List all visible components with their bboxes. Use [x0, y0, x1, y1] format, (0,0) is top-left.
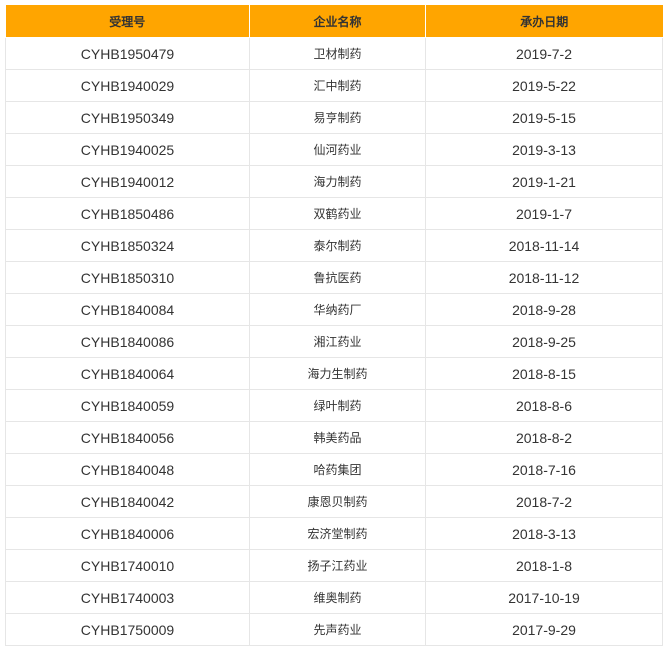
company-name-cell: 卫材制药 — [249, 37, 426, 70]
header-row: 受理号 企业名称 承办日期 — [5, 5, 663, 38]
acceptance-number-cell: CYHB1850310 — [5, 261, 250, 294]
handling-date-cell: 2019-5-22 — [425, 69, 663, 102]
company-name-cell: 先声药业 — [249, 613, 426, 646]
handling-date-cell: 2019-5-15 — [425, 101, 663, 134]
table-row: CYHB1840056 韩美药品 2018-8-2 — [5, 421, 663, 454]
table-row: CYHB1840059 绿叶制药 2018-8-6 — [5, 389, 663, 422]
table-row: CYHB1740003 维奥制药 2017-10-19 — [5, 581, 663, 614]
acceptance-number-cell: CYHB1750009 — [5, 613, 250, 646]
acceptance-number-cell: CYHB1740010 — [5, 549, 250, 582]
approval-table: 受理号 企业名称 承办日期 CYHB1950479 卫材制药 2019-7-2 CYH… — [5, 5, 663, 646]
handling-date-cell: 2018-8-15 — [425, 357, 663, 390]
handling-date-cell: 2018-9-28 — [425, 293, 663, 326]
company-name-cell: 易亨制药 — [249, 101, 426, 134]
handling-date-cell: 2018-9-25 — [425, 325, 663, 358]
table-row: CYHB1740010 扬子江药业 2018-1-8 — [5, 549, 663, 582]
handling-date-cell: 2019-1-21 — [425, 165, 663, 198]
handling-date-cell: 2019-7-2 — [425, 37, 663, 70]
acceptance-number-cell: CYHB1840056 — [5, 421, 250, 454]
table-row: CYHB1840084 华纳药厂 2018-9-28 — [5, 293, 663, 326]
table-row: CYHB1950349 易亨制药 2019-5-15 — [5, 101, 663, 134]
acceptance-number-cell: CYHB1850486 — [5, 197, 250, 230]
table-row: CYHB1940029 汇中制药 2019-5-22 — [5, 69, 663, 102]
handling-date-cell: 2018-11-14 — [425, 229, 663, 262]
handling-date-cell: 2018-11-12 — [425, 261, 663, 294]
header-acceptance-number: 受理号 — [5, 5, 250, 38]
handling-date-cell: 2018-7-16 — [425, 453, 663, 486]
company-name-cell: 维奥制药 — [249, 581, 426, 614]
company-name-cell: 绿叶制药 — [249, 389, 426, 422]
acceptance-number-cell: CYHB1840048 — [5, 453, 250, 486]
handling-date-cell: 2018-1-8 — [425, 549, 663, 582]
acceptance-number-cell: CYHB1840086 — [5, 325, 250, 358]
company-name-cell: 仙河药业 — [249, 133, 426, 166]
table-row: CYHB1840086 湘江药业 2018-9-25 — [5, 325, 663, 358]
handling-date-cell: 2018-8-2 — [425, 421, 663, 454]
handling-date-cell: 2019-3-13 — [425, 133, 663, 166]
handling-date-cell: 2017-9-29 — [425, 613, 663, 646]
company-name-cell: 海力制药 — [249, 165, 426, 198]
acceptance-number-cell: CYHB1740003 — [5, 581, 250, 614]
table-row: CYHB1940012 海力制药 2019-1-21 — [5, 165, 663, 198]
table-row: CYHB1850486 双鹤药业 2019-1-7 — [5, 197, 663, 230]
company-name-cell: 扬子江药业 — [249, 549, 426, 582]
acceptance-number-cell: CYHB1840084 — [5, 293, 250, 326]
acceptance-number-cell: CYHB1850324 — [5, 229, 250, 262]
handling-date-cell: 2018-3-13 — [425, 517, 663, 550]
table-row: CYHB1850310 鲁抗医药 2018-11-12 — [5, 261, 663, 294]
handling-date-cell: 2018-8-6 — [425, 389, 663, 422]
header-handling-date: 承办日期 — [425, 5, 663, 38]
acceptance-number-cell: CYHB1840042 — [5, 485, 250, 518]
acceptance-number-cell: CYHB1950479 — [5, 37, 250, 70]
acceptance-number-cell: CYHB1940025 — [5, 133, 250, 166]
company-name-cell: 韩美药品 — [249, 421, 426, 454]
table-row: CYHB1940025 仙河药业 2019-3-13 — [5, 133, 663, 166]
table-header: 受理号 企业名称 承办日期 — [5, 5, 663, 38]
header-company-name: 企业名称 — [249, 5, 426, 38]
table-row: CYHB1950479 卫材制药 2019-7-2 — [5, 37, 663, 70]
company-name-cell: 宏济堂制药 — [249, 517, 426, 550]
table-body: CYHB1950479 卫材制药 2019-7-2 CYHB1940029 汇中制药 20… — [5, 37, 663, 646]
company-name-cell: 汇中制药 — [249, 69, 426, 102]
table-row: CYHB1850324 泰尔制药 2018-11-14 — [5, 229, 663, 262]
acceptance-number-cell: CYHB1840059 — [5, 389, 250, 422]
table-row: CYHB1840042 康恩贝制药 2018-7-2 — [5, 485, 663, 518]
table-row: CYHB1840048 哈药集团 2018-7-16 — [5, 453, 663, 486]
company-name-cell: 华纳药厂 — [249, 293, 426, 326]
handling-date-cell: 2019-1-7 — [425, 197, 663, 230]
table-row: CYHB1750009 先声药业 2017-9-29 — [5, 613, 663, 646]
acceptance-number-cell: CYHB1840064 — [5, 357, 250, 390]
company-name-cell: 双鹤药业 — [249, 197, 426, 230]
table-row: CYHB1840064 海力生制药 2018-8-15 — [5, 357, 663, 390]
handling-date-cell: 2017-10-19 — [425, 581, 663, 614]
acceptance-number-cell: CYHB1840006 — [5, 517, 250, 550]
company-name-cell: 鲁抗医药 — [249, 261, 426, 294]
handling-date-cell: 2018-7-2 — [425, 485, 663, 518]
acceptance-number-cell: CYHB1950349 — [5, 101, 250, 134]
acceptance-number-cell: CYHB1940029 — [5, 69, 250, 102]
company-name-cell: 湘江药业 — [249, 325, 426, 358]
company-name-cell: 哈药集团 — [249, 453, 426, 486]
acceptance-number-cell: CYHB1940012 — [5, 165, 250, 198]
approval-table-container: 受理号 企业名称 承办日期 CYHB1950479 卫材制药 2019-7-2 CYH… — [5, 5, 663, 646]
table-row: CYHB1840006 宏济堂制药 2018-3-13 — [5, 517, 663, 550]
company-name-cell: 海力生制药 — [249, 357, 426, 390]
company-name-cell: 泰尔制药 — [249, 229, 426, 262]
company-name-cell: 康恩贝制药 — [249, 485, 426, 518]
